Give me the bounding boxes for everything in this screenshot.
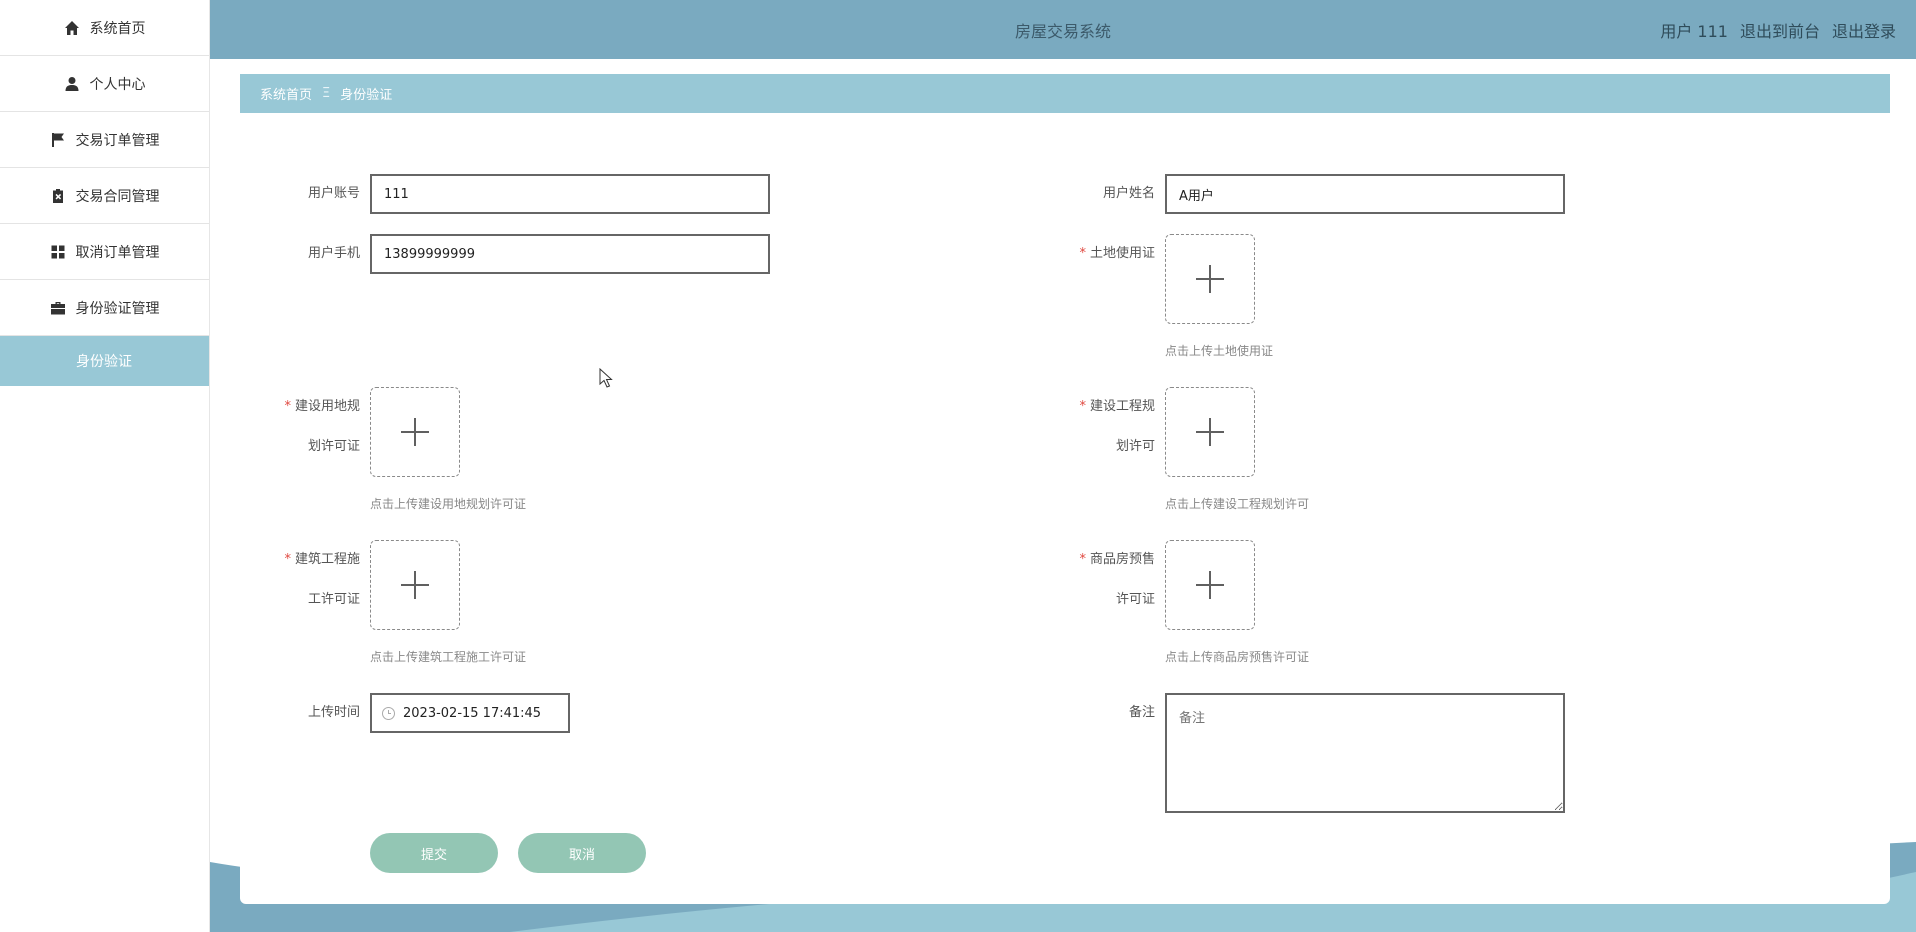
- project-plan-upload[interactable]: [1165, 387, 1255, 477]
- sidebar-item-identity-management[interactable]: 身份验证管理: [0, 280, 209, 336]
- plus-icon: [1196, 265, 1224, 293]
- sidebar-item-label: 个人中心: [89, 76, 146, 93]
- land-plan-label-line2: 划许可证: [307, 439, 360, 454]
- submit-button[interactable]: 提交: [370, 833, 498, 873]
- sidebar-item-label: 交易订单管理: [75, 132, 160, 149]
- account-label: 用户账号: [307, 186, 360, 201]
- sidebar-item-order-management[interactable]: 交易订单管理: [0, 112, 209, 168]
- breadcrumb: 系统首页 Ξ 身份验证: [240, 74, 1890, 113]
- plus-icon: [401, 571, 429, 599]
- construction-upload[interactable]: [370, 540, 460, 630]
- plus-icon: [1196, 418, 1224, 446]
- presale-label-line1: 商品房预售: [1089, 552, 1155, 567]
- home-icon: [64, 20, 79, 35]
- sidebar-item-label: 系统首页: [89, 20, 146, 37]
- sidebar: 系统首页 个人中心 交易订单管理 交易合同管理 取消订单管理 身份验证管理 身份…: [0, 0, 210, 932]
- briefcase-icon: [50, 301, 65, 314]
- plus-icon: [1196, 571, 1224, 599]
- name-input[interactable]: A用户: [1165, 174, 1565, 214]
- logout-link[interactable]: 退出登录: [1832, 18, 1896, 42]
- project-plan-label-line1: 建设工程规: [1089, 399, 1155, 414]
- presale-upload[interactable]: [1165, 540, 1255, 630]
- presale-label: * 商品房预售 许可证: [1055, 550, 1155, 610]
- land-cert-upload[interactable]: [1165, 234, 1255, 324]
- required-mark: *: [1079, 246, 1086, 261]
- user-label: 用户 111: [1660, 22, 1728, 41]
- construction-hint: 点击上传建筑工程施工许可证: [370, 650, 527, 664]
- sidebar-item-personal-center[interactable]: 个人中心: [0, 56, 209, 112]
- mouse-cursor-icon: [599, 368, 613, 388]
- cancel-button[interactable]: 取消: [518, 833, 646, 873]
- breadcrumb-current: 身份验证: [340, 88, 393, 103]
- upload-time-label: 上传时间: [307, 705, 360, 720]
- breadcrumb-home[interactable]: 系统首页: [260, 84, 312, 103]
- upload-time-picker[interactable]: 2023-02-15 17:41:45: [370, 693, 570, 733]
- phone-input[interactable]: 13899999999: [370, 234, 770, 274]
- upload-time-value: 2023-02-15 17:41:45: [403, 705, 542, 721]
- project-plan-hint: 点击上传建设工程规划许可: [1165, 497, 1310, 511]
- grid-icon: [51, 245, 64, 258]
- presale-hint: 点击上传商品房预售许可证: [1165, 650, 1310, 664]
- header-user-area: 用户 111 退出到前台 退出登录: [1660, 18, 1896, 42]
- sidebar-item-home[interactable]: 系统首页: [0, 0, 209, 56]
- required-mark: *: [284, 552, 291, 567]
- land-plan-hint: 点击上传建设用地规划许可证: [370, 497, 527, 511]
- sidebar-item-label: 交易合同管理: [75, 188, 160, 205]
- land-cert-hint: 点击上传土地使用证: [1165, 344, 1274, 358]
- construction-label-line2: 工许可证: [307, 592, 360, 607]
- remark-textarea[interactable]: [1165, 693, 1565, 813]
- breadcrumb-separator: Ξ: [322, 86, 331, 101]
- sidebar-item-cancel-order-management[interactable]: 取消订单管理: [0, 224, 209, 280]
- project-plan-label: * 建设工程规 划许可: [1055, 397, 1155, 457]
- account-input[interactable]: 111: [370, 174, 770, 214]
- land-plan-label: * 建设用地规 划许可证: [260, 397, 360, 457]
- land-cert-label: * 土地使用证: [1055, 244, 1155, 264]
- remark-label: 备注: [1128, 705, 1155, 720]
- main-content: 系统首页 Ξ 身份验证 用户账号 111 用户姓名 A用户 用户手机 13899…: [210, 59, 1916, 932]
- header: 房屋交易系统 用户 111 退出到前台 退出登录: [210, 0, 1916, 59]
- project-plan-label-line2: 划许可: [1115, 439, 1155, 454]
- sidebar-item-label: 身份验证管理: [75, 300, 160, 317]
- sidebar-item-contract-management[interactable]: 交易合同管理: [0, 168, 209, 224]
- required-mark: *: [1079, 399, 1086, 414]
- land-cert-label-text: 土地使用证: [1089, 246, 1155, 261]
- construction-label-line1: 建筑工程施: [294, 552, 360, 567]
- plus-icon: [401, 418, 429, 446]
- person-icon: [65, 76, 78, 91]
- required-mark: *: [284, 399, 291, 414]
- sidebar-item-label: 取消订单管理: [75, 244, 160, 261]
- phone-label: 用户手机: [307, 246, 360, 261]
- clipboard-x-icon: [52, 188, 63, 203]
- land-plan-upload[interactable]: [370, 387, 460, 477]
- construction-label: * 建筑工程施 工许可证: [260, 550, 360, 610]
- flag-icon: [51, 132, 64, 147]
- clock-icon: [382, 706, 395, 720]
- presale-label-line2: 许可证: [1115, 592, 1155, 607]
- exit-to-front-link[interactable]: 退出到前台: [1740, 18, 1820, 42]
- required-mark: *: [1079, 552, 1086, 567]
- land-plan-label-line1: 建设用地规: [294, 399, 360, 414]
- name-label: 用户姓名: [1102, 186, 1155, 201]
- sidebar-subitem-identity-verification[interactable]: 身份验证: [0, 336, 209, 386]
